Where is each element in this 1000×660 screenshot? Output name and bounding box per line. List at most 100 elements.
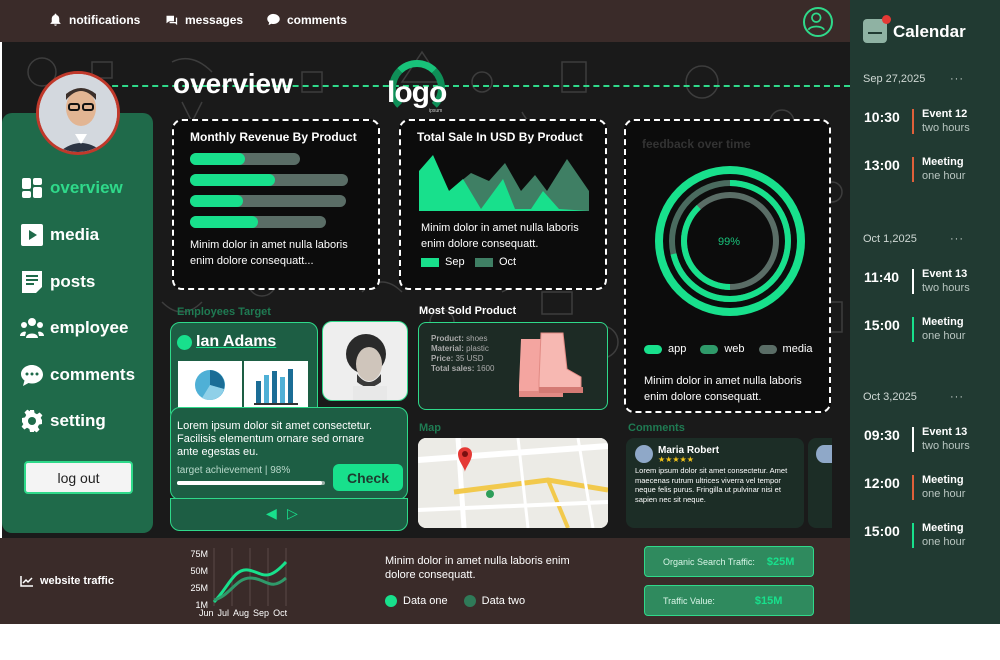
prev-arrow-icon[interactable]: ◀ (266, 505, 277, 522)
y-tick: 25M (190, 583, 208, 593)
employees-target-label: Employees Target (177, 306, 271, 318)
media-swatch (758, 344, 777, 354)
event-duration: two hours (922, 440, 970, 452)
sidebar-item-comments[interactable]: comments (20, 363, 135, 387)
boots-image (519, 332, 583, 397)
sales-legend-oct: Oct (475, 256, 516, 268)
data-one-swatch (385, 595, 397, 607)
event-name: Meeting (922, 522, 964, 534)
logo[interactable]: logo ipsum (385, 60, 455, 116)
user-account-icon[interactable] (803, 7, 833, 37)
comments-label: comments (287, 12, 348, 27)
messages-icon (165, 15, 178, 26)
revenue-bar-fill (190, 153, 245, 165)
grid-icon (20, 176, 44, 200)
event-marker (912, 269, 914, 294)
comments-link[interactable]: comments (266, 12, 347, 27)
next-arrow-icon[interactable]: ▷ (287, 505, 298, 522)
status-dot (177, 335, 192, 350)
sidebar-item-label: posts (50, 272, 96, 291)
sidebar: overview media posts employee comments s… (2, 113, 153, 533)
event-marker (912, 523, 914, 548)
most-sold-details: Product: shoes Material: plastic Price: … (431, 334, 494, 374)
page-title: overview (173, 68, 293, 99)
legend-media: media (758, 343, 813, 355)
revenue-bar-fill (190, 195, 244, 207)
traffic-x-axis: Jun Jul Aug Sep Oct (199, 608, 287, 618)
sales-value: 1600 (476, 364, 495, 373)
feedback-card: feedback over time 99% app web media Min… (624, 119, 831, 413)
more-options-icon[interactable]: ··· (950, 73, 964, 85)
pie-chart-thumbnail (178, 361, 242, 409)
revenue-bar-3 (190, 195, 346, 207)
y-tick: 50M (190, 566, 208, 576)
feedback-card-title: feedback over time (642, 137, 751, 151)
revenue-bar-fill (190, 216, 258, 228)
calendar-title: Calendar (893, 22, 966, 41)
sidebar-item-label: overview (50, 178, 123, 197)
sidebar-item-overview[interactable]: overview (20, 176, 123, 200)
sales-card-text: Minim dolor in amet nulla laboris enim d… (421, 222, 579, 250)
event-time: 13:00 (864, 157, 900, 173)
calendar-date: Oct 1,2025 (863, 233, 917, 245)
sep-label: Sep (445, 256, 465, 268)
target-progress-fill (177, 481, 323, 485)
bar-chart-thumbnail (244, 361, 308, 409)
event-time: 15:00 (864, 317, 900, 333)
legend-app: app (644, 343, 686, 355)
target-progress-track (177, 481, 325, 485)
rating-stars: ★★★★★ (658, 455, 694, 464)
y-tick: 75M (190, 549, 208, 559)
dashboard-root: notifications messages comments logo ips… (0, 0, 1000, 660)
web-label: web (724, 343, 745, 355)
revenue-bar-fill (190, 174, 276, 186)
sidebar-item-employee[interactable]: employee (20, 316, 128, 340)
event-duration: one hour (922, 488, 966, 500)
notifications-link[interactable]: notifications (48, 12, 140, 27)
event-name: Event 13 (922, 268, 968, 280)
feedback-center-value: 99% (718, 236, 741, 248)
comments-section-label: Comments (628, 422, 685, 434)
sidebar-item-media[interactable]: media (20, 223, 99, 247)
traffic-legend: Data one Data two (385, 595, 525, 607)
price-value: 35 USD (455, 354, 484, 363)
messages-link[interactable]: messages (164, 12, 243, 27)
x-tick: Jul (217, 608, 230, 618)
calendar-date: Sep 27,2025 (863, 73, 926, 85)
people-icon (20, 316, 44, 340)
sidebar-item-setting[interactable]: setting (20, 409, 106, 433)
more-options-icon[interactable]: ··· (950, 391, 964, 403)
map-widget[interactable] (418, 438, 608, 528)
more-options-icon[interactable]: ··· (950, 233, 964, 245)
product-value: shoes (466, 334, 488, 343)
sales-area-chart (419, 155, 589, 211)
x-tick: Sep (253, 608, 270, 618)
feedback-legend: app web media (644, 343, 813, 355)
oct-label: Oct (499, 256, 517, 268)
event-name: Event 13 (922, 426, 968, 438)
event-marker (912, 109, 914, 134)
material-value: plastic (466, 344, 489, 353)
messages-label: messages (185, 12, 244, 27)
traffic-value-pill: Traffic Value: $15M (644, 585, 814, 616)
check-button[interactable]: Check (333, 464, 403, 491)
document-icon (20, 270, 44, 294)
revenue-bar-4 (190, 216, 326, 228)
data-one-label: Data one (403, 595, 448, 607)
sales-card: Total Sale In USD By Product Minim dolor… (399, 119, 607, 290)
logout-button[interactable]: log out (24, 461, 133, 494)
target-achievement-label: target achievement | 98% (177, 465, 291, 476)
sidebar-item-posts[interactable]: posts (20, 270, 95, 294)
profile-photo[interactable] (36, 71, 120, 155)
calendar-icon (863, 15, 891, 43)
employee-name[interactable]: Ian Adams (196, 333, 276, 351)
x-tick: Aug (233, 608, 250, 618)
data-two-swatch (463, 595, 476, 607)
traffic-value-label: Traffic Value: (663, 595, 715, 606)
event-name: Meeting (922, 156, 964, 168)
employee-pager: ◀ ▷ (170, 498, 408, 531)
event-time: 15:00 (864, 523, 900, 539)
sales-key: Total sales: (431, 364, 475, 373)
event-duration: one hour (922, 170, 966, 182)
top-bar: notifications messages comments (0, 0, 850, 42)
